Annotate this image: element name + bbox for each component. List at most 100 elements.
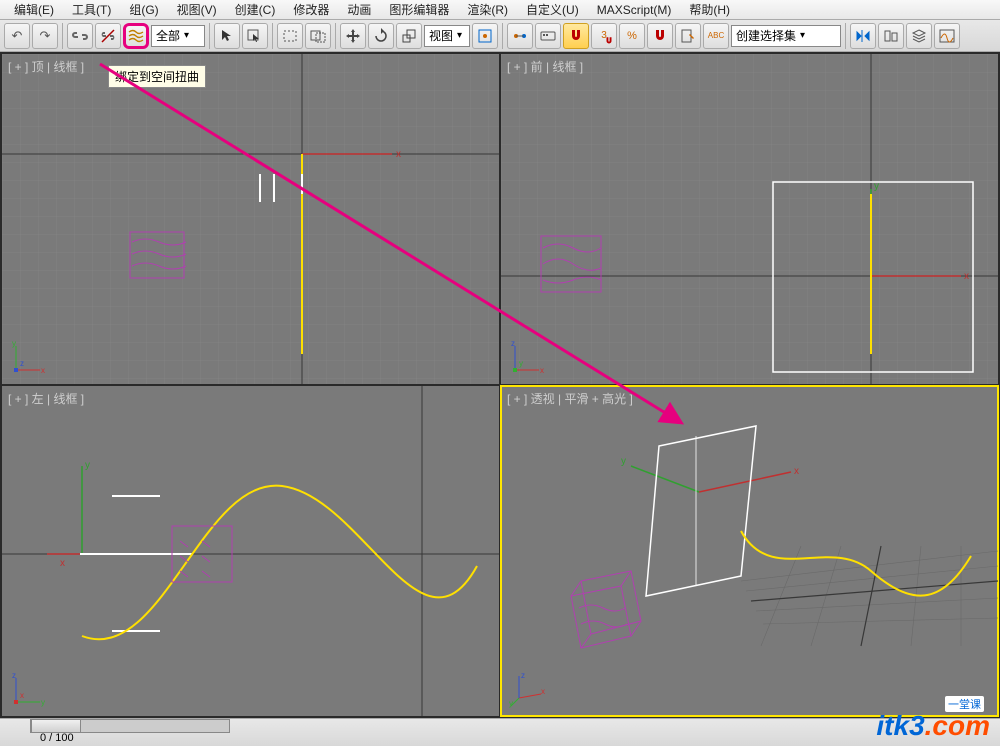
axis-gizmo-top: x y z <box>10 340 46 376</box>
unlink-icon <box>100 28 116 44</box>
mirror-icon <box>855 28 871 44</box>
pivot-icon <box>477 28 493 44</box>
menu-group[interactable]: 组(G) <box>121 0 166 20</box>
frame-readout: 0 / 100 <box>40 732 74 744</box>
separator <box>502 23 503 49</box>
select-object-button[interactable] <box>214 23 240 49</box>
coord-system-dropdown[interactable]: 视图 ▾ <box>424 25 470 47</box>
timeline-knob[interactable] <box>31 719 81 733</box>
edit-list-icon <box>680 28 696 44</box>
separator <box>845 23 846 49</box>
menu-graph-editors[interactable]: 图形编辑器 <box>381 0 457 20</box>
menu-help[interactable]: 帮助(H) <box>681 0 738 20</box>
filter-label: 全部 <box>156 27 180 44</box>
watermark-brand1: itk3 <box>876 710 924 741</box>
axis-gizmo-left: y z x <box>10 672 46 708</box>
rotate-icon <box>373 28 389 44</box>
unlink-button[interactable] <box>95 23 121 49</box>
viewport-front-grid: x y <box>501 54 998 384</box>
chevron-down-icon: ▾ <box>184 30 189 41</box>
svg-text:y: y <box>12 340 16 348</box>
small-magnet-icon <box>604 36 614 46</box>
percent-label: % <box>627 30 637 42</box>
rect-select-button[interactable] <box>277 23 303 49</box>
svg-text:y: y <box>519 359 523 368</box>
svg-text:x: x <box>41 366 45 375</box>
viewport-front-label: [ + ] 前 | 线框 ] <box>507 58 583 75</box>
window-crossing-icon <box>310 28 326 44</box>
menu-rendering[interactable]: 渲染(R) <box>459 0 516 20</box>
status-bar: 0 / 100 <box>0 718 1000 746</box>
watermark-brand2: .com <box>925 710 990 741</box>
tooltip-bind-spacewarp: 绑定到空间扭曲 <box>108 65 206 88</box>
spinner-snap-button[interactable] <box>647 23 673 49</box>
viewport-perspective-content: x y <box>501 386 998 716</box>
separator <box>272 23 273 49</box>
undo-button[interactable]: ↶ <box>4 23 30 49</box>
menu-animation[interactable]: 动画 <box>339 0 379 20</box>
timeline-slider[interactable] <box>30 719 230 733</box>
menu-maxscript[interactable]: MAXScript(M) <box>589 1 680 19</box>
pivot-center-button[interactable] <box>472 23 498 49</box>
curve-editor-icon <box>939 28 955 44</box>
percent-snap-button[interactable]: % <box>619 23 645 49</box>
svg-text:y: y <box>41 698 45 707</box>
viewport-top[interactable]: [ + ] 顶 | 线框 ] x x y z <box>2 54 499 384</box>
svg-text:z: z <box>521 672 525 680</box>
viewport-left[interactable]: [ + ] 左 | 线框 ] x y y z x <box>2 386 499 716</box>
keyboard-icon <box>540 28 556 44</box>
svg-text:y: y <box>85 460 90 471</box>
svg-text:x: x <box>794 466 799 477</box>
manipulate-button[interactable] <box>507 23 533 49</box>
snap-toggle-button[interactable] <box>563 23 589 49</box>
svg-text:x: x <box>396 149 401 160</box>
menu-edit[interactable]: 编辑(E) <box>6 0 62 20</box>
menu-views[interactable]: 视图(V) <box>169 0 225 20</box>
viewport-top-label: [ + ] 顶 | 线框 ] <box>8 58 84 75</box>
main-toolbar: ↶ ↷ 全部 ▾ 视图 ▾ <box>0 20 1000 52</box>
edit-named-selection-button[interactable] <box>675 23 701 49</box>
named-selection-abc-button[interactable]: ABC <box>703 23 729 49</box>
redo-icon: ↷ <box>40 28 51 44</box>
redo-button[interactable]: ↷ <box>32 23 58 49</box>
layers-button[interactable] <box>906 23 932 49</box>
menu-create[interactable]: 创建(C) <box>227 0 284 20</box>
viewport-perspective-label: [ + ] 透视 | 平滑 + 高光 ] <box>507 390 633 407</box>
viewport-perspective[interactable]: [ + ] 透视 | 平滑 + 高光 ] x y <box>501 386 998 716</box>
rotate-button[interactable] <box>368 23 394 49</box>
magnet-icon <box>568 28 584 44</box>
watermark: itk3.com <box>876 710 990 742</box>
select-by-name-button[interactable] <box>242 23 268 49</box>
selection-filter-dropdown[interactable]: 全部 ▾ <box>151 25 205 47</box>
coord-label: 视图 <box>429 27 453 44</box>
svg-text:x: x <box>60 558 65 569</box>
separator <box>335 23 336 49</box>
cursor-icon <box>219 28 235 44</box>
spinner-snap-icon <box>652 28 668 44</box>
abc-icon: ABC <box>708 31 724 40</box>
svg-text:y: y <box>621 456 626 467</box>
viewport-left-label: [ + ] 左 | 线框 ] <box>8 390 84 407</box>
scale-button[interactable] <box>396 23 422 49</box>
mirror-button[interactable] <box>850 23 876 49</box>
scale-icon <box>401 28 417 44</box>
named-selection-dropdown[interactable]: 创建选择集 ▾ <box>731 25 841 47</box>
svg-text:x: x <box>964 271 969 282</box>
svg-text:x: x <box>540 366 544 375</box>
select-link-button[interactable] <box>67 23 93 49</box>
align-button[interactable] <box>878 23 904 49</box>
axis-gizmo-front: x z y <box>509 340 545 376</box>
keyboard-shortcut-button[interactable] <box>535 23 561 49</box>
angle-snap-button[interactable]: 3 <box>591 23 617 49</box>
menu-tools[interactable]: 工具(T) <box>64 0 119 20</box>
window-crossing-button[interactable] <box>305 23 331 49</box>
curve-editor-button[interactable] <box>934 23 960 49</box>
menu-customize[interactable]: 自定义(U) <box>518 0 587 20</box>
bind-spacewarp-button[interactable] <box>123 23 149 49</box>
svg-text:z: z <box>511 340 515 348</box>
menu-modifiers[interactable]: 修改器 <box>285 0 337 20</box>
separator <box>62 23 63 49</box>
move-button[interactable] <box>340 23 366 49</box>
viewport-front[interactable]: [ + ] 前 | 线框 ] x y x z y <box>501 54 998 384</box>
svg-text:z: z <box>20 359 24 368</box>
